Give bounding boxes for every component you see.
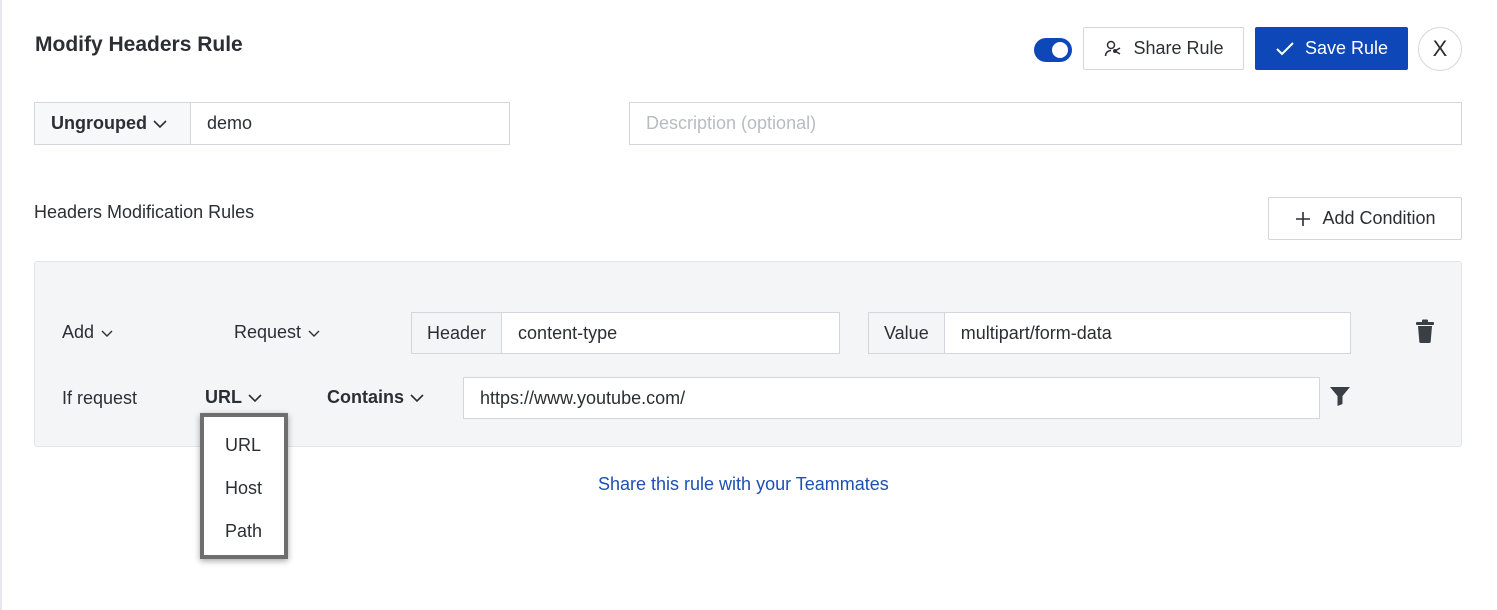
share-rule-button[interactable]: Share Rule <box>1083 27 1244 70</box>
trash-icon[interactable] <box>1414 319 1436 343</box>
description-input[interactable] <box>629 102 1462 145</box>
source-url-input[interactable] <box>463 377 1320 419</box>
rule-status-toggle[interactable] <box>1034 38 1072 62</box>
header-name-input[interactable] <box>502 313 839 353</box>
source-key-dropdown[interactable]: URL <box>205 387 262 408</box>
add-condition-label: Add Condition <box>1322 208 1436 228</box>
close-button[interactable]: X <box>1418 27 1462 71</box>
section-label: Headers Modification Rules <box>34 202 255 222</box>
close-icon: X <box>1432 36 1448 61</box>
request-type-dropdown[interactable]: Request <box>234 322 321 343</box>
chevron-down-icon <box>248 393 262 402</box>
header-value-input[interactable] <box>944 313 1350 353</box>
action-dropdown[interactable]: Add <box>62 322 114 343</box>
plus-icon <box>1296 211 1311 226</box>
header-addon-label: Header <box>412 313 503 353</box>
header-value-field: Value <box>868 312 1351 354</box>
chevron-down-icon <box>153 119 167 128</box>
group-select-label: Ungrouped <box>51 113 147 133</box>
toggle-knob <box>1052 42 1068 58</box>
filter-icon[interactable] <box>1329 385 1351 407</box>
menu-item-host[interactable]: Host <box>225 478 262 499</box>
share-user-icon <box>1105 40 1121 56</box>
rule-name-input[interactable] <box>190 102 510 145</box>
add-condition-button[interactable]: Add Condition <box>1268 197 1462 240</box>
group-select[interactable]: Ungrouped <box>34 102 191 145</box>
page-title: Modify Headers Rule <box>35 33 243 56</box>
chevron-down-icon <box>308 330 320 337</box>
chevron-down-icon <box>101 330 113 337</box>
header-name-field: Header <box>411 312 840 354</box>
save-rule-button[interactable]: Save Rule <box>1255 27 1408 70</box>
source-key-label: URL <box>205 387 242 407</box>
menu-item-url[interactable]: URL <box>225 435 261 456</box>
condition-prefix: If request <box>62 388 138 408</box>
chevron-down-icon <box>410 393 424 402</box>
page-frame-edge <box>0 0 2 610</box>
value-addon-label: Value <box>869 313 945 353</box>
share-with-teammates-link[interactable]: Share this rule with your Teammates <box>598 474 889 495</box>
save-rule-label: Save Rule <box>1304 38 1389 58</box>
request-type-label: Request <box>234 322 302 342</box>
source-key-menu: URL Host Path <box>200 413 288 559</box>
check-icon <box>1276 41 1294 55</box>
operator-label: Contains <box>327 387 405 407</box>
operator-dropdown[interactable]: Contains <box>327 387 424 408</box>
action-label: Add <box>62 322 95 342</box>
menu-item-path[interactable]: Path <box>225 521 262 542</box>
share-rule-label: Share Rule <box>1133 38 1224 58</box>
